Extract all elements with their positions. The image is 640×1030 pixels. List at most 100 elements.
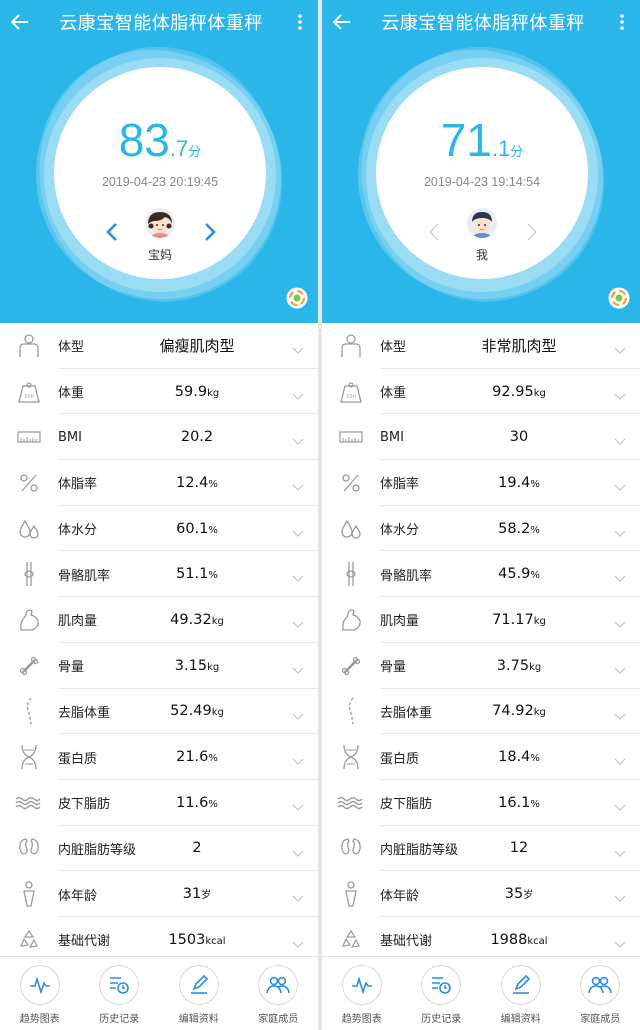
metric-label: 体脂率 (380, 477, 420, 493)
history-record-icon[interactable] (99, 965, 140, 1005)
chevron-down-icon[interactable] (292, 339, 304, 358)
metric-row[interactable]: 蛋白质 21.6% (0, 734, 318, 780)
metric-row[interactable]: 骨骼肌率 45.9% (322, 551, 640, 598)
chevron-down-icon[interactable] (614, 613, 626, 632)
chevron-down-icon[interactable] (614, 933, 626, 952)
back-arrow-icon[interactable] (322, 0, 362, 44)
metric-row[interactable]: 100 体重 92.95kg (322, 369, 640, 415)
family-members-icon[interactable] (580, 965, 621, 1005)
metric-row[interactable]: 体型 非常肌肉型 (322, 323, 640, 369)
metric-label: 蛋白质 (58, 751, 98, 767)
metric-row[interactable]: 皮下脂肪 16.1% (322, 780, 640, 826)
chevron-down-icon[interactable] (292, 385, 304, 404)
metric-unit: 岁 (523, 890, 534, 902)
avatar[interactable] (145, 208, 175, 238)
metric-value: 12.4% (132, 475, 262, 491)
metric-number: 59.9 (174, 383, 208, 400)
metric-row[interactable]: 100 体重 59.9kg (0, 369, 318, 415)
chevron-down-icon[interactable] (292, 522, 304, 541)
chevron-down-icon[interactable] (614, 567, 626, 586)
brand-logo-icon[interactable] (286, 287, 308, 309)
chevron-down-icon[interactable] (614, 430, 626, 449)
chevron-down-icon[interactable] (292, 933, 304, 952)
metric-row[interactable]: 去脂体重 74.92kg (322, 689, 640, 735)
dna-icon (0, 734, 58, 780)
chevron-down-icon[interactable] (614, 522, 626, 541)
metric-label: 骨骼肌率 (58, 568, 111, 584)
chevron-left-icon[interactable] (424, 217, 444, 247)
screen-panel-left: 云康宝智能体脂秤体重秤 83.7分 2019-04-23 20:19:45 宝妈… (0, 0, 318, 1030)
metric-value: 74.92kg (454, 703, 584, 719)
chevron-left-icon[interactable] (102, 217, 122, 247)
chevron-down-icon[interactable] (614, 476, 626, 495)
chevron-down-icon[interactable] (614, 796, 626, 815)
tab-family-members[interactable]: 家庭成员 (243, 957, 313, 1030)
metric-row[interactable]: 骨骼肌率 51.1% (0, 551, 318, 598)
measure-datetime: 2019-04-23 20:19:45 (101, 175, 219, 189)
chevron-down-icon[interactable] (292, 567, 304, 586)
metric-row[interactable]: 体水分 58.2% (322, 506, 640, 552)
metric-number: 1988 (490, 931, 528, 948)
chevron-down-icon[interactable] (292, 796, 304, 815)
tab-edit-profile[interactable]: 编辑资料 (164, 957, 234, 1030)
metric-row[interactable]: 体脂率 19.4% (322, 460, 640, 506)
tab-edit-profile[interactable]: 编辑资料 (486, 957, 556, 1030)
metric-row[interactable]: 去脂体重 52.49kg (0, 689, 318, 735)
metric-row[interactable]: 体型 偏瘦肌肉型 (0, 323, 318, 369)
metric-row[interactable]: 肌肉量 49.32kg (0, 597, 318, 643)
chevron-down-icon[interactable] (614, 842, 626, 861)
metric-row[interactable]: 骨量 3.75kg (322, 643, 640, 689)
chevron-down-icon[interactable] (292, 659, 304, 678)
chevron-down-icon[interactable] (292, 887, 304, 906)
chevron-down-icon[interactable] (614, 385, 626, 404)
metric-row[interactable]: 内脏脂肪等级 2 (0, 826, 318, 872)
chevron-down-icon[interactable] (292, 750, 304, 769)
subcutaneous-fat-icon (0, 780, 58, 826)
metric-row[interactable]: 体水分 60.1% (0, 506, 318, 552)
chevron-right-icon[interactable] (200, 217, 220, 247)
chevron-down-icon[interactable] (292, 430, 304, 449)
tab-history-record[interactable]: 历史记录 (406, 957, 476, 1030)
chevron-down-icon[interactable] (292, 842, 304, 861)
tab-family-members[interactable]: 家庭成员 (565, 957, 635, 1030)
brand-logo-icon[interactable] (608, 287, 630, 309)
metric-value: 30 (454, 429, 584, 445)
metric-row[interactable]: 皮下脂肪 11.6% (0, 780, 318, 826)
chevron-down-icon[interactable] (614, 659, 626, 678)
metric-row[interactable]: BMI 30 (322, 414, 640, 461)
edit-profile-icon[interactable] (178, 965, 219, 1005)
chevron-down-icon[interactable] (292, 476, 304, 495)
chevron-down-icon[interactable] (614, 750, 626, 769)
metric-row[interactable]: BMI 20.2 (0, 414, 318, 461)
more-menu-icon[interactable] (604, 0, 640, 44)
metric-row[interactable]: 肌肉量 71.17kg (322, 597, 640, 643)
tab-trend-chart[interactable]: 趋势图表 (5, 957, 75, 1030)
back-arrow-icon[interactable] (0, 0, 40, 44)
avatar[interactable] (467, 208, 497, 238)
chevron-down-icon[interactable] (614, 339, 626, 358)
metric-row[interactable]: 体年龄 35岁 (322, 871, 640, 917)
trend-chart-icon[interactable] (19, 965, 60, 1005)
metric-unit: kg (533, 387, 546, 399)
metric-row[interactable]: 蛋白质 18.4% (322, 734, 640, 780)
history-record-icon[interactable] (421, 965, 462, 1005)
edit-profile-icon[interactable] (500, 965, 541, 1005)
metric-row[interactable]: 体脂率 12.4% (0, 460, 318, 506)
trend-chart-icon[interactable] (341, 965, 382, 1005)
tab-trend-chart[interactable]: 趋势图表 (327, 957, 397, 1030)
metric-row[interactable]: 体年龄 31岁 (0, 871, 318, 917)
tab-history-record[interactable]: 历史记录 (84, 957, 154, 1030)
metric-unit: % (530, 478, 540, 490)
chevron-down-icon[interactable] (292, 613, 304, 632)
chevron-down-icon[interactable] (614, 705, 626, 724)
chevron-right-icon[interactable] (522, 217, 542, 247)
family-members-icon[interactable] (258, 965, 299, 1005)
chevron-down-icon[interactable] (292, 705, 304, 724)
metric-row[interactable]: 骨量 3.15kg (0, 643, 318, 689)
tab-label: 历史记录 (421, 1014, 462, 1025)
metric-number: 35 (504, 886, 524, 903)
more-menu-icon[interactable] (282, 0, 318, 44)
metric-unit: % (208, 524, 218, 536)
chevron-down-icon[interactable] (614, 887, 626, 906)
metric-row[interactable]: 内脏脂肪等级 12 (322, 826, 640, 872)
